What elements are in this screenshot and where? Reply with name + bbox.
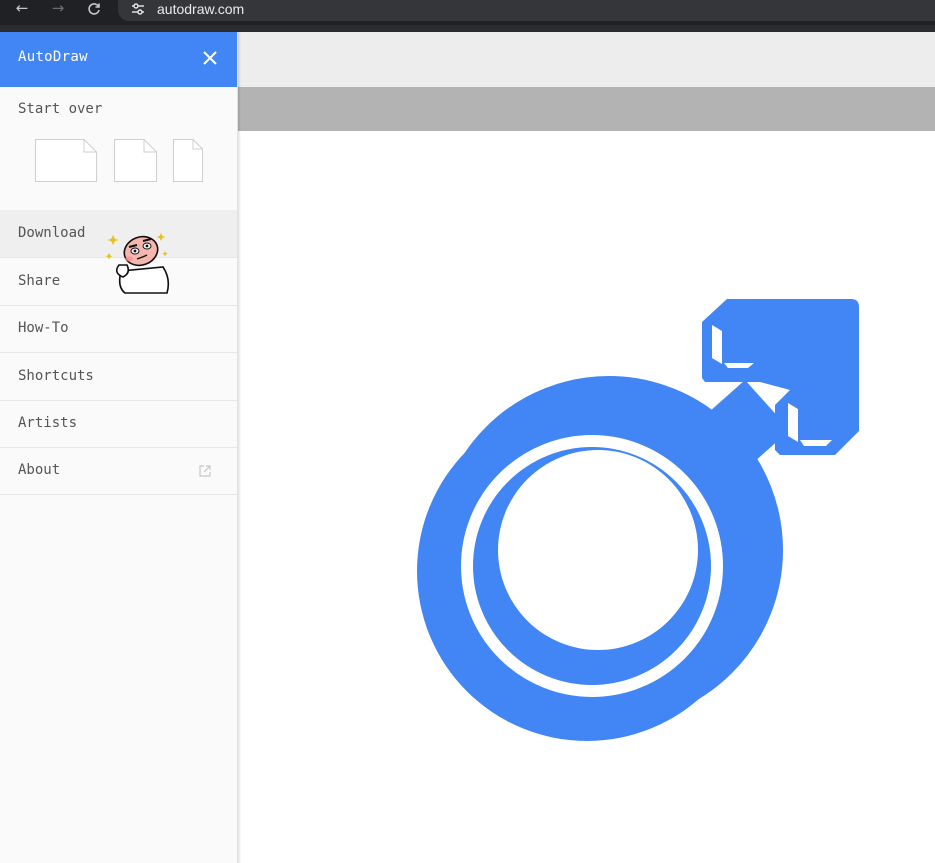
menu-item-about[interactable]: About [0,447,237,495]
sidebar-shadow [238,32,241,863]
sidebar-title: AutoDraw [18,49,88,65]
menu-item-artists[interactable]: Artists [0,400,237,448]
menu-item-label: Download [18,225,86,241]
close-icon[interactable] [200,48,220,68]
suggestion-bar [237,87,935,131]
url-text[interactable]: autodraw.com [157,0,244,18]
tune-icon[interactable] [130,1,146,17]
menu-item-label: Share [18,273,61,289]
sticker-character-icon [105,233,170,294]
menu-item-label: How-To [18,320,69,336]
reload-icon[interactable] [83,0,105,18]
start-over-label: Start over [18,101,103,117]
arrow-left-icon[interactable]: ← [11,0,33,18]
landscape-canvas-button[interactable] [35,139,97,182]
menu-item-label: Shortcuts [18,368,94,384]
square-canvas-button[interactable] [114,139,157,182]
arrow-right-icon[interactable]: → [47,0,69,18]
sidebar-menu: AutoDraw Start over Download Share How-T… [0,32,238,863]
male-symbol-drawing[interactable] [400,290,880,760]
browser-tabstrip-edge [0,25,935,32]
menu-item-shortcuts[interactable]: Shortcuts [0,353,237,401]
app-toolbar [237,32,935,87]
portrait-canvas-button[interactable] [173,139,203,182]
menu-item-label: Artists [18,415,78,431]
sidebar-header: AutoDraw [0,32,237,87]
external-link-icon [199,465,211,477]
menu-item-label: About [18,462,61,478]
menu-item-how-to[interactable]: How-To [0,305,237,353]
